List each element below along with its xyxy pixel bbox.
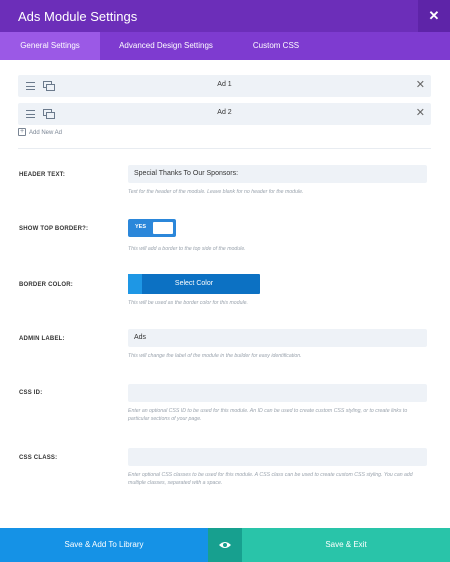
toggle-knob [153, 222, 173, 234]
css-id-input[interactable] [128, 384, 427, 402]
header-text-description: Text for the header of the module. Leave… [128, 189, 304, 195]
close-icon[interactable]: ✕ [416, 79, 425, 91]
ad-item-2[interactable]: Ad 2 ✕ [18, 103, 431, 125]
modal-footer: Save & Add To Library Save & Exit [0, 528, 450, 562]
preview-button[interactable] [208, 528, 242, 562]
tab-advanced-design-settings[interactable]: Advanced Design Settings [100, 32, 232, 60]
css-id-label: CSS ID: [19, 390, 43, 396]
tab-bar: General Settings Advanced Design Setting… [0, 32, 450, 60]
close-icon[interactable]: ✕ [416, 107, 425, 119]
admin-label-label: ADMIN LABEL: [19, 336, 65, 342]
save-exit-button[interactable]: Save & Exit [242, 528, 450, 562]
plus-icon: + [18, 128, 26, 137]
color-swatch [128, 274, 142, 294]
add-new-ad-label: Add New Ad [29, 130, 63, 136]
header-text-label: HEADER TEXT: [19, 172, 66, 178]
save-add-to-library-button[interactable]: Save & Add To Library [0, 528, 208, 562]
modal-title: Ads Module Settings [18, 9, 138, 24]
css-class-label: CSS CLASS: [19, 455, 58, 461]
css-id-description: Enter an optional CSS ID to be used for … [128, 408, 408, 422]
admin-label-description: This will change the label of the module… [128, 353, 302, 359]
show-top-border-description: This will add a border to the top side o… [128, 246, 246, 252]
select-color-label: Select Color [174, 280, 214, 287]
border-color-description: This will be used as the border color fo… [128, 300, 248, 306]
css-class-description: Enter optional CSS classes to be used fo… [128, 472, 413, 486]
toggle-label: YES [135, 224, 147, 230]
modal-header: Ads Module Settings ✕ [0, 0, 450, 32]
header-text-input[interactable]: Special Thanks To Our Sponsors: [128, 165, 427, 183]
tab-custom-css[interactable]: Custom CSS [232, 32, 320, 60]
divider [18, 148, 431, 149]
show-top-border-toggle[interactable]: YES [128, 219, 176, 237]
add-new-ad-button[interactable]: + Add New Ad [18, 128, 62, 138]
css-class-input[interactable] [128, 448, 427, 466]
show-top-border-label: SHOW TOP BORDER?: [19, 226, 89, 232]
tab-general-settings[interactable]: General Settings [0, 32, 100, 60]
admin-label-input[interactable]: Ads [128, 329, 427, 347]
ad-item-label: Ad 2 [217, 109, 232, 116]
ad-item-1[interactable]: Ad 1 ✕ [18, 75, 431, 97]
ad-item-label: Ad 1 [217, 81, 232, 88]
eye-icon [219, 542, 231, 548]
close-icon[interactable]: ✕ [418, 0, 450, 32]
select-color-button[interactable]: Select Color [128, 274, 260, 294]
border-color-label: BORDER COLOR: [19, 282, 73, 288]
